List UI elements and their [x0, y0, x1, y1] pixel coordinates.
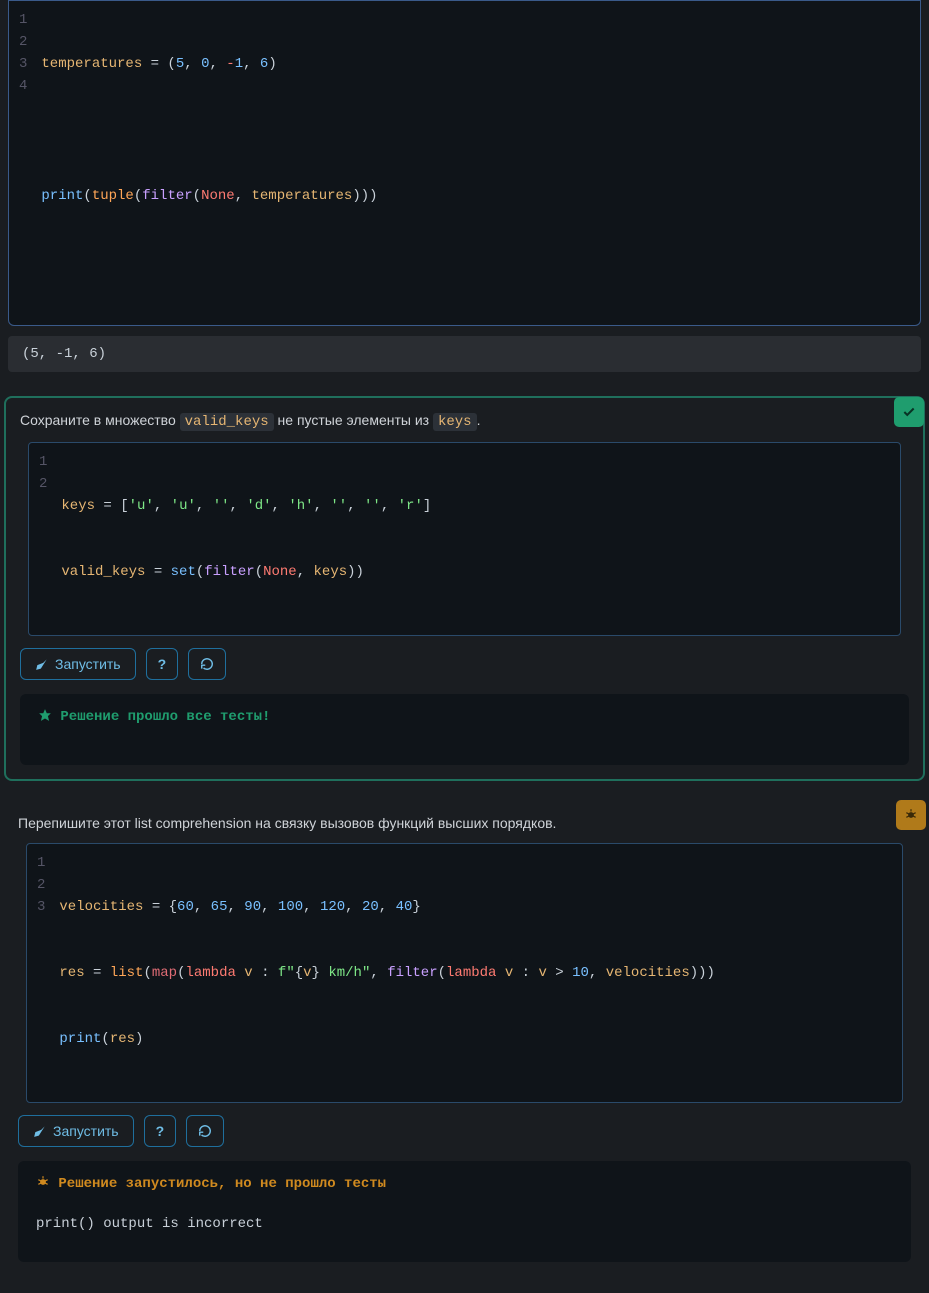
rocket-icon — [33, 1124, 47, 1138]
code-lines[interactable]: 1 2 3 velocities = {60, 65, 90, 100, 120… — [27, 844, 902, 1102]
controls-row: Запустить ? — [18, 1115, 911, 1147]
result-panel-success: Решение прошло все тесты! — [20, 694, 909, 765]
check-icon — [902, 405, 916, 419]
question-icon: ? — [156, 1123, 165, 1139]
code-lines[interactable]: 1 2 keys = ['u', 'u', '', 'd', 'h', '', … — [29, 443, 900, 635]
hint-button[interactable]: ? — [144, 1115, 177, 1147]
bug-icon — [36, 1176, 58, 1192]
line-number: 1 — [37, 852, 45, 874]
status-badge-fail — [896, 800, 926, 830]
result-message: Решение прошло все тесты! — [38, 708, 891, 725]
gutter: 1 2 3 — [27, 852, 59, 1094]
status-badge-success — [894, 397, 924, 427]
run-button-label: Запустить — [53, 1123, 119, 1139]
rocket-icon — [35, 657, 49, 671]
gutter: 1 2 — [29, 451, 61, 627]
result-message: Решение запустилось, но не прошло тесты — [36, 1175, 893, 1192]
controls-row: Запустить ? — [20, 648, 909, 680]
gutter: 1 2 3 4 — [9, 9, 41, 317]
star-icon — [38, 709, 60, 725]
refresh-icon — [200, 657, 214, 671]
code-block-1: 1 2 keys = ['u', 'u', '', 'd', 'h', '', … — [28, 442, 901, 636]
code-source[interactable]: temperatures = (5, 0, -1, 6) print(tuple… — [41, 9, 377, 317]
exercise-card-2: Перепишите этот list comprehension на св… — [4, 801, 925, 1276]
reset-button[interactable] — [186, 1115, 224, 1147]
output-block-0: (5, -1, 6) — [8, 336, 921, 372]
hint-button[interactable]: ? — [146, 648, 179, 680]
code-lines[interactable]: 1 2 3 4 temperatures = (5, 0, -1, 6) pri… — [9, 1, 920, 325]
exercise-description: Сохраните в множество valid_keys не пуст… — [20, 412, 909, 430]
result-detail: print() output is incorrect — [36, 1216, 893, 1232]
line-number: 3 — [37, 896, 45, 918]
run-button[interactable]: Запустить — [18, 1115, 134, 1147]
line-number: 2 — [19, 31, 27, 53]
line-number: 1 — [39, 451, 47, 473]
line-number: 2 — [39, 473, 47, 495]
code-pill: valid_keys — [180, 413, 274, 431]
bug-icon — [904, 808, 918, 822]
result-panel-fail: Решение запустилось, но не прошло тесты … — [18, 1161, 911, 1262]
code-pill: keys — [433, 413, 477, 431]
exercise-description: Перепишите этот list comprehension на св… — [18, 815, 911, 831]
line-number: 2 — [37, 874, 45, 896]
code-source[interactable]: velocities = {60, 65, 90, 100, 120, 20, … — [59, 852, 715, 1094]
line-number: 3 — [19, 53, 27, 75]
exercise-card-1: Сохраните в множество valid_keys не пуст… — [4, 396, 925, 781]
question-icon: ? — [158, 656, 167, 672]
reset-button[interactable] — [188, 648, 226, 680]
run-button-label: Запустить — [55, 656, 121, 672]
refresh-icon — [198, 1124, 212, 1138]
line-number: 4 — [19, 75, 27, 97]
code-block-0: 1 2 3 4 temperatures = (5, 0, -1, 6) pri… — [8, 0, 921, 326]
run-button[interactable]: Запустить — [20, 648, 136, 680]
code-source[interactable]: keys = ['u', 'u', '', 'd', 'h', '', '', … — [61, 451, 431, 627]
line-number: 1 — [19, 9, 27, 31]
code-block-2: 1 2 3 velocities = {60, 65, 90, 100, 120… — [26, 843, 903, 1103]
